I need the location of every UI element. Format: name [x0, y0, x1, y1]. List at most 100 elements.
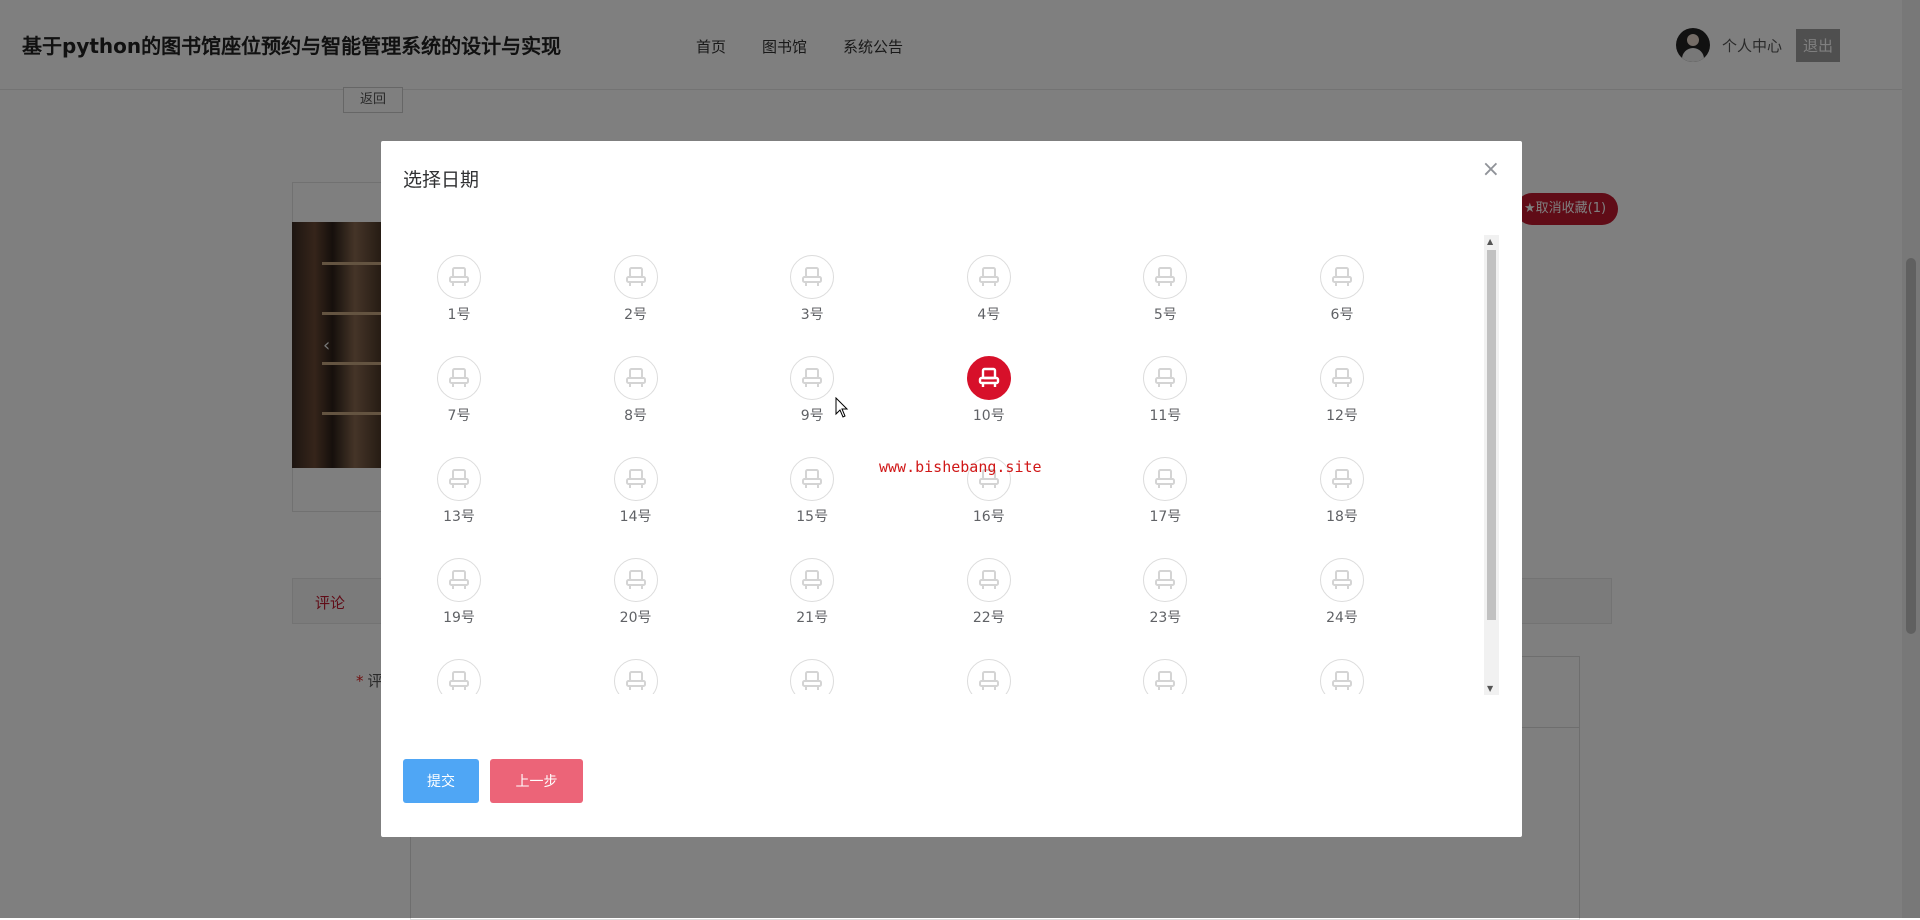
seat[interactable]: 24号 [1292, 558, 1392, 648]
dialog-title: 选择日期 [403, 169, 480, 191]
seat[interactable]: 2号 [586, 255, 686, 345]
chair-icon [625, 469, 646, 488]
chair-icon [802, 267, 823, 286]
seat-label: 20号 [619, 610, 652, 626]
chair-icon [1155, 469, 1176, 488]
seat-chair-badge [966, 558, 1011, 602]
seat-label: 5号 [1153, 307, 1177, 323]
seat-chair-badge [613, 457, 658, 501]
seat[interactable]: 21号 [762, 558, 862, 648]
seat[interactable]: 3号 [762, 255, 862, 345]
scroll-up-icon[interactable]: ▲ [1487, 237, 1493, 246]
scroll-down-icon[interactable]: ▼ [1487, 684, 1493, 693]
seat-selected[interactable]: 10号 [939, 356, 1039, 446]
seat-chair-badge [966, 255, 1011, 299]
chair-icon [802, 671, 823, 690]
chair-icon [802, 570, 823, 589]
seat[interactable]: 20号 [586, 558, 686, 648]
seat[interactable]: 11号 [1115, 356, 1215, 446]
seat-chair-badge [1143, 457, 1188, 501]
chair-icon [449, 570, 469, 589]
seat-panel-scrollbar-thumb[interactable] [1487, 250, 1496, 620]
chair-icon [1155, 368, 1176, 387]
chair-icon [978, 671, 999, 690]
seat[interactable]: 8号 [586, 356, 686, 446]
seat-label: 22号 [972, 610, 1005, 626]
chair-icon [802, 368, 823, 387]
seat-chair-badge [790, 659, 835, 694]
close-icon[interactable]: × [1482, 159, 1500, 181]
seat-chair-badge [1320, 659, 1364, 694]
seat-chair-badge [613, 255, 658, 299]
chair-icon [1332, 570, 1352, 589]
seat[interactable]: 18号 [1292, 457, 1392, 547]
seat-chair-badge [437, 255, 481, 299]
chair-icon [802, 469, 823, 488]
seat-chair-badge [613, 558, 658, 602]
seat[interactable]: 19号 [409, 558, 509, 648]
chair-icon [1332, 671, 1352, 690]
mouse-cursor-icon [835, 397, 849, 418]
seat-label: 11号 [1149, 408, 1182, 424]
watermark: www.bishebang.site [879, 458, 1042, 476]
seat[interactable] [762, 659, 862, 694]
seat-chair-badge [790, 255, 835, 299]
seat-label: 2号 [624, 307, 648, 323]
seat-chair-badge [790, 457, 835, 501]
seat[interactable]: 4号 [939, 255, 1039, 345]
seat[interactable]: 6号 [1292, 255, 1392, 345]
previous-step-button[interactable]: 上一步 [490, 759, 583, 803]
seat-chair-badge [966, 356, 1011, 400]
seat-label: 16号 [972, 509, 1005, 525]
seat-label: 21号 [796, 610, 829, 626]
seat-label: 19号 [443, 610, 475, 626]
seat-chair-badge [1143, 255, 1188, 299]
seat[interactable] [586, 659, 686, 694]
seat-label: 3号 [800, 307, 824, 323]
seat-label: 17号 [1149, 509, 1182, 525]
seat[interactable] [939, 659, 1039, 694]
seat[interactable]: 1号 [409, 255, 509, 345]
seat-chair-badge [1320, 255, 1364, 299]
seat[interactable]: 14号 [586, 457, 686, 547]
seat-label: 6号 [1330, 307, 1354, 323]
seat-chair-badge [1320, 356, 1364, 400]
chair-icon [1155, 671, 1176, 690]
seat-label: 1号 [447, 307, 471, 323]
submit-button[interactable]: 提交 [403, 759, 479, 803]
seat-chair-badge [1320, 457, 1364, 501]
seat[interactable] [409, 659, 509, 694]
chair-icon [978, 267, 999, 286]
seat-chair-badge [966, 659, 1011, 694]
seat[interactable]: 17号 [1115, 457, 1215, 547]
seat-label: 12号 [1326, 408, 1358, 424]
chair-icon [625, 570, 646, 589]
seat[interactable] [1292, 659, 1392, 694]
chair-icon [1332, 469, 1352, 488]
seat[interactable]: 15号 [762, 457, 862, 547]
seat-chair-badge [790, 356, 835, 400]
seat-label: 23号 [1149, 610, 1182, 626]
seat[interactable]: 13号 [409, 457, 509, 547]
seat[interactable]: 5号 [1115, 255, 1215, 345]
chair-icon [625, 671, 646, 690]
seat-chair-badge [1320, 558, 1364, 602]
seat[interactable]: 12号 [1292, 356, 1392, 446]
chair-icon [978, 570, 999, 589]
chair-icon [1155, 570, 1176, 589]
seat[interactable]: 22号 [939, 558, 1039, 648]
seat[interactable]: 7号 [409, 356, 509, 446]
seat-label: 7号 [447, 408, 471, 424]
seat-label: 18号 [1326, 509, 1358, 525]
seat-chair-badge [437, 356, 481, 400]
seat-chair-badge [1143, 558, 1188, 602]
chair-icon [1332, 267, 1352, 286]
seat-label: 10号 [972, 408, 1005, 424]
chair-icon [449, 671, 469, 690]
seat-chair-badge [1143, 659, 1188, 694]
seat-chair-badge [790, 558, 835, 602]
seat[interactable]: 23号 [1115, 558, 1215, 648]
seat-panel-scrollbar[interactable]: ▲ ▼ [1484, 235, 1499, 695]
chair-icon [625, 267, 646, 286]
seat[interactable] [1115, 659, 1215, 694]
